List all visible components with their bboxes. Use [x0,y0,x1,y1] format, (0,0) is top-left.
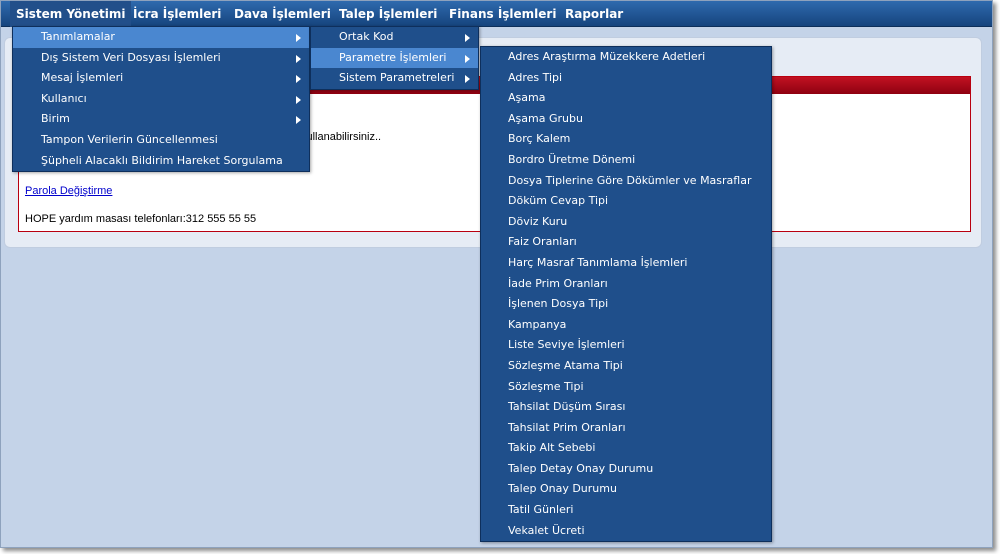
menu-item-label: Dış Sistem Veri Dosyası İşlemleri [41,50,221,64]
menubar-item-talep-islemleri[interactable]: Talep İşlemleri [333,1,443,27]
menu-item-parameter[interactable]: Kampanya [481,315,771,336]
menubar-item-sistem-yonetimi[interactable]: Sistem Yönetimi [10,1,132,27]
submenu-arrow-icon [465,34,470,42]
menu-item-parameter[interactable]: Bordro Üretme Dönemi [481,150,771,171]
menubar-item-raporlar[interactable]: Raporlar [559,1,629,27]
tanimlamalar-submenu: Ortak Kod Parametre İşlemleri Sistem Par… [310,26,479,90]
menubar-item-dava-islemleri[interactable]: Dava İşlemleri [228,1,337,27]
menu-item-parameter[interactable]: Harç Masraf Tanımlama İşlemleri [481,253,771,274]
password-change-link[interactable]: Parola Değiştirme [25,185,112,197]
menu-item-label: Tanımlamalar [41,30,115,43]
menu-item-parameter[interactable]: Vekalet Ücreti [481,521,771,542]
menu-item-tampon-verilerin[interactable]: Tampon Verilerin Güncellenmesi [13,130,309,151]
menu-item-parameter[interactable]: Tatil Günleri [481,500,771,521]
menubar-item-icra-islemleri[interactable]: İcra İşlemleri [127,1,227,27]
menu-item-kullanici[interactable]: Kullanıcı [13,89,309,110]
menu-item-parameter[interactable]: Sözleşme Atama Tipi [481,356,771,377]
menu-item-parameter[interactable]: İade Prim Oranları [481,274,771,295]
menu-item-label: Mesaj İşlemleri [41,71,124,85]
menu-item-mesaj-islemleri[interactable]: Mesaj İşlemleri [13,68,309,89]
submenu-arrow-icon [296,95,301,104]
menu-item-parameter[interactable]: Tahsilat Düşüm Sırası [481,397,771,418]
menu-item-parameter[interactable]: Liste Seviye İşlemleri [481,335,771,356]
menu-item-label: Birim [41,112,70,126]
submenu-arrow-icon [296,75,301,84]
menu-item-parameter[interactable]: Faiz Oranları [481,232,771,253]
menu-item-parameter[interactable]: Takip Alt Sebebi [481,438,771,459]
menu-item-parametre-islemleri[interactable]: Parametre İşlemleri [311,47,478,69]
menu-item-parameter[interactable]: Döviz Kuru [481,212,771,233]
menu-item-parameter[interactable]: Borç Kalem [481,129,771,150]
menu-item-dis-sistem-veri[interactable]: Dış Sistem Veri Dosyası İşlemleri [13,48,309,69]
parametre-islemleri-submenu: Adres Araştırma Müzekkere Adetleri Adres… [480,46,772,543]
submenu-arrow-icon [296,54,301,63]
menu-item-parameter[interactable]: Adres Araştırma Müzekkere Adetleri [481,47,771,68]
submenu-arrow-icon [296,116,301,125]
menu-item-ortak-kod[interactable]: Ortak Kod [311,27,478,48]
menu-item-parameter[interactable]: Sözleşme Tipi [481,377,771,398]
menu-item-label: Kullanıcı [41,91,87,105]
menu-item-tanimlamalar[interactable]: Tanımlamalar [13,27,309,48]
top-menubar: Sistem Yönetimi İcra İşlemleri Dava İşle… [1,1,992,27]
menu-item-sistem-parametreleri[interactable]: Sistem Parametreleri [311,68,478,89]
submenu-arrow-icon [465,75,470,84]
menu-item-label: Şüpheli Alacaklı Bildirim Hareket Sorgul… [41,153,283,167]
menubar-item-finans-islemleri[interactable]: Finans İşlemleri [443,1,562,27]
menu-item-parameter[interactable]: Aşama Grubu [481,109,771,130]
menu-item-parameter[interactable]: Aşama [481,88,771,109]
menu-item-parameter[interactable]: Talep Onay Durumu [481,479,771,500]
menu-item-birim[interactable]: Birim [13,109,309,130]
menu-item-parameter[interactable]: Tahsilat Prim Oranları [481,418,771,439]
menu-item-parameter[interactable]: Talep Detay Onay Durumu [481,459,771,480]
menu-item-supheli-alacakli[interactable]: Şüpheli Alacaklı Bildirim Hareket Sorgul… [13,151,309,172]
submenu-arrow-icon [465,54,470,63]
menu-item-parameter[interactable]: Adres Tipi [481,68,771,89]
menu-item-label: Parametre İşlemleri [339,50,447,64]
menu-item-parameter[interactable]: İşlenen Dosya Tipi [481,294,771,315]
menu-item-label: Tampon Verilerin Güncellenmesi [41,132,218,146]
sistem-yonetimi-dropdown: Tanımlamalar Dış Sistem Veri Dosyası İşl… [12,26,310,173]
menu-item-parameter[interactable]: Dosya Tiplerine Göre Dökümler ve Masrafl… [481,171,771,192]
menu-item-label: Sistem Parametreleri [339,71,455,85]
menu-item-label: Ortak Kod [339,30,394,43]
app-window: Sistem Yönetimi İcra İşlemleri Dava İşle… [0,0,993,548]
menu-item-parameter[interactable]: Döküm Cevap Tipi [481,191,771,212]
submenu-arrow-icon [296,34,301,42]
helpdesk-phone-text: HOPE yardım masası telefonları:312 555 5… [25,213,257,225]
info-text: kullanabilirsiniz.. [301,131,382,143]
